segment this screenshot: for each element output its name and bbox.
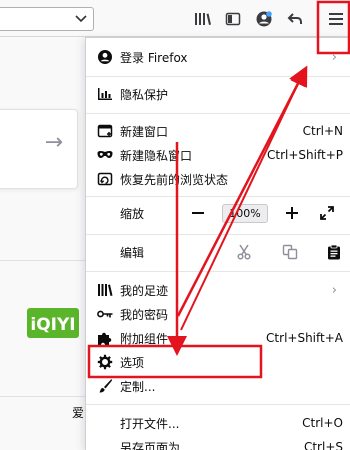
- account-icon[interactable]: [254, 9, 274, 29]
- menu-item-sign-in[interactable]: 登录 Firefox ›: [86, 45, 350, 69]
- menu-item-label: 我的密码: [120, 307, 169, 322]
- zoom-in-button[interactable]: [283, 204, 301, 222]
- menu-item-label: 登录 Firefox: [120, 50, 188, 65]
- menu-item-restore-session[interactable]: 恢复先前的浏览状态: [86, 167, 350, 191]
- cut-icon[interactable]: [235, 243, 253, 261]
- menu-item-privacy[interactable]: 隐私保护: [86, 82, 350, 106]
- menu-item-addons[interactable]: 附加组件 Ctrl+Shift+A: [86, 326, 350, 350]
- back-arrow-icon[interactable]: [285, 9, 305, 29]
- menu-item-label: 打开文件...: [120, 416, 180, 431]
- menu-item-label: 隐私保护: [120, 87, 169, 102]
- arrow-right-icon[interactable]: →: [45, 130, 63, 155]
- copy-icon[interactable]: [281, 243, 299, 261]
- menu-item-library[interactable]: 我的足迹 ›: [86, 278, 350, 302]
- chevron-down-icon[interactable]: [74, 11, 88, 25]
- separator: [86, 113, 350, 114]
- key-icon: [97, 306, 113, 322]
- separator: [86, 271, 350, 272]
- library-icon[interactable]: [193, 9, 213, 29]
- separator: [86, 76, 350, 77]
- edit-label: 编辑: [120, 245, 145, 260]
- separator: [86, 234, 350, 235]
- menu-item-label: 恢复先前的浏览状态: [120, 172, 229, 187]
- zoom-reset-button[interactable]: 100%: [222, 204, 268, 223]
- menu-item-label: 另存页面为...: [120, 440, 192, 450]
- menu-item-customize[interactable]: 定制...: [86, 374, 350, 398]
- iqiyi-logo-text: iQIYI: [30, 315, 75, 335]
- gear-icon: [97, 354, 113, 370]
- sidebar-icon[interactable]: [223, 9, 243, 29]
- private-mask-icon: [97, 147, 113, 163]
- chevron-right-icon: ›: [331, 49, 337, 65]
- new-window-icon: [97, 123, 113, 139]
- menu-item-shortcut: Ctrl+S: [303, 440, 343, 450]
- chevron-right-icon: ›: [331, 282, 337, 298]
- zoom-out-button[interactable]: [189, 204, 207, 222]
- library-icon: [97, 282, 113, 298]
- menu-item-shortcut: Ctrl+Shift+A: [266, 331, 343, 345]
- browser-toolbar: [0, 0, 350, 37]
- menu-item-new-window[interactable]: 新建窗口 Ctrl+N: [86, 119, 350, 143]
- menu-item-label: 新建窗口: [120, 124, 169, 139]
- menu-item-shortcut: Ctrl+O: [302, 416, 343, 430]
- app-menu-panel: 登录 Firefox › 隐私保护 新建窗口 Ctrl+N 新建隐私窗口 Ctr…: [85, 37, 350, 450]
- menu-row-zoom: 缩放: [86, 201, 350, 225]
- url-bar[interactable]: [0, 7, 94, 31]
- menu-row-edit: 编辑: [86, 240, 350, 264]
- menu-item-shortcut: Ctrl+Shift+P: [267, 148, 343, 162]
- privacy-dashboard-icon: [97, 86, 113, 102]
- menu-item-label: 附加组件: [120, 331, 169, 346]
- menu-item-shortcut: Ctrl+N: [302, 124, 343, 138]
- search-box[interactable]: →: [0, 109, 78, 189]
- menu-item-label: 选项: [120, 355, 145, 370]
- divider: [0, 396, 90, 397]
- menu-item-options[interactable]: 选项: [86, 350, 350, 374]
- menu-item-open-file[interactable]: 打开文件... Ctrl+O: [86, 411, 350, 435]
- tile-caption[interactable]: 爱: [72, 404, 84, 421]
- paste-icon[interactable]: [325, 243, 343, 261]
- fullscreen-button[interactable]: [318, 204, 336, 222]
- menu-item-label: 定制...: [120, 379, 156, 394]
- hamburger-menu-icon[interactable]: [326, 9, 346, 29]
- menu-item-logins[interactable]: 我的密码: [86, 302, 350, 326]
- iqiyi-tile-logo[interactable]: iQIYI: [27, 308, 79, 338]
- divider: [0, 260, 90, 261]
- restore-session-icon: [97, 171, 113, 187]
- puzzle-piece-icon: [97, 330, 113, 346]
- separator: [86, 404, 350, 405]
- menu-item-new-private-window[interactable]: 新建隐私窗口 Ctrl+Shift+P: [86, 143, 350, 167]
- menu-item-label: 我的足迹: [120, 283, 169, 298]
- menu-item-label: 新建隐私窗口: [120, 148, 193, 163]
- paintbrush-icon: [97, 378, 113, 394]
- account-icon: [97, 49, 113, 65]
- menu-item-save-page[interactable]: 另存页面为... Ctrl+S: [86, 435, 350, 450]
- zoom-label: 缩放: [120, 206, 145, 221]
- separator: [86, 196, 350, 197]
